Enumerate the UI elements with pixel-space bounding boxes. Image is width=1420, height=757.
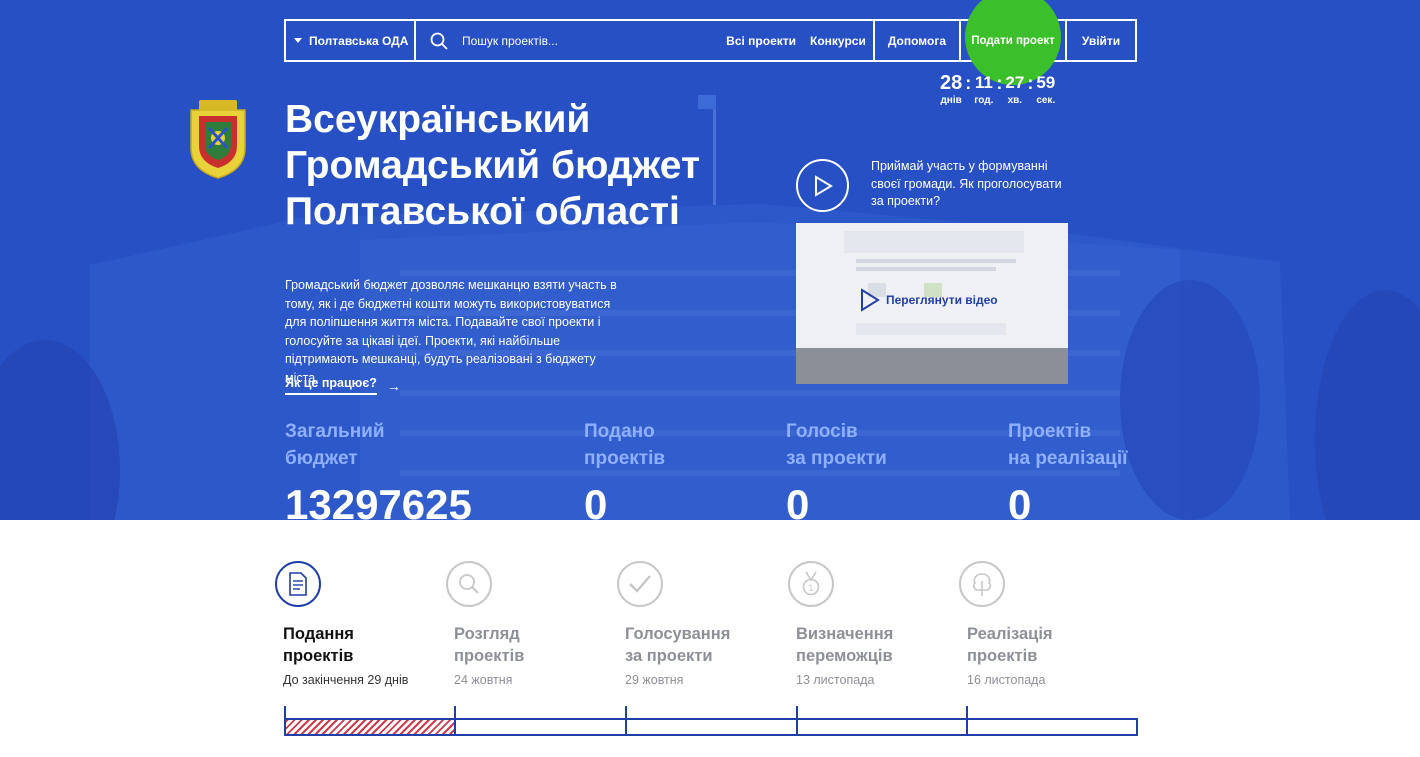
timeline-tick	[625, 706, 627, 736]
video-thumbnail[interactable]: Переглянути відео	[796, 223, 1068, 384]
countdown-seconds: 59 сек.	[1036, 73, 1056, 106]
region-dropdown[interactable]: Полтавська ОДА	[286, 21, 416, 60]
timeline-tick	[454, 706, 456, 736]
play-icon	[861, 288, 880, 312]
timeline-progress-fill	[286, 720, 456, 734]
svg-text:1: 1	[808, 583, 813, 593]
stat-value-projects-in-progress: 0	[1008, 481, 1032, 520]
stat-label-submitted-projects: Подано проектів	[584, 421, 666, 469]
step-title: Визначення переможців	[796, 625, 894, 665]
countdown-timer: 28 днів : 11 год. : 27 хв. : 59 сек.	[940, 72, 1056, 106]
arrow-right-icon: →	[386, 377, 401, 394]
search-icon[interactable]	[430, 32, 448, 50]
timeline-tick	[284, 706, 286, 736]
video-thumbnail-footer	[796, 348, 1068, 384]
magnifier-icon	[446, 561, 492, 607]
poltava-coat-of-arms-logo	[190, 100, 246, 179]
step-date: 13 листопада	[796, 673, 875, 687]
stat-value-total-budget: 13297625	[285, 481, 472, 520]
page-title: Всеукраїнський Громадський бюджет Полтав…	[285, 98, 701, 233]
login-button[interactable]: Увійти	[1067, 21, 1135, 60]
countdown-minutes: 27 хв.	[1005, 73, 1025, 106]
nav-link-help[interactable]: Допомога	[872, 21, 959, 60]
step-voting[interactable]: Голосування за проекти 29 жовтня	[617, 561, 795, 687]
nav-link-all-projects[interactable]: Всі проекти	[719, 21, 803, 60]
stat-label-projects-in-progress: Проектів на реалізації	[1008, 421, 1128, 469]
medal-icon: 1	[788, 561, 834, 607]
countdown-hours: 11 год.	[974, 73, 994, 106]
video-intro-text: Приймай участь у формуванні своєї громад…	[871, 159, 1062, 208]
stat-label-total-budget: Загальний бюджет	[285, 421, 385, 469]
building-background-image	[0, 0, 1420, 520]
step-title: Подання проектів	[283, 625, 354, 665]
step-date: 24 жовтня	[454, 673, 513, 687]
play-video-button[interactable]	[796, 159, 849, 212]
tree-icon	[959, 561, 1005, 607]
play-icon	[814, 174, 833, 197]
document-icon	[275, 561, 321, 607]
how-it-works-label: Як це працює?	[285, 376, 377, 395]
countdown-days: 28 днів	[940, 72, 963, 106]
how-it-works-link[interactable]: Як це працює? →	[285, 376, 401, 395]
hero-section: Полтавська ОДА Всі проекти Конкурси Допо…	[0, 0, 1420, 520]
step-submission[interactable]: Подання проектів До закінчення 29 днів	[275, 561, 453, 687]
step-date: 29 жовтня	[625, 673, 684, 687]
step-review[interactable]: Розгляд проектів 24 жовтня	[446, 561, 624, 687]
timeline-tick	[796, 706, 798, 736]
stat-value-votes: 0	[786, 481, 810, 520]
step-winners[interactable]: 1 Визначення переможців 13 листопада	[788, 561, 966, 687]
step-title: Голосування за проекти	[625, 625, 731, 665]
submit-project-button[interactable]: Подати проект	[959, 0, 1067, 85]
search-box	[416, 21, 719, 60]
search-input[interactable]	[462, 33, 662, 48]
region-label: Полтавська ОДА	[309, 33, 409, 48]
watch-video-link[interactable]: Переглянути відео	[860, 288, 998, 312]
step-title: Розгляд проектів	[454, 625, 525, 665]
checkmark-icon	[617, 561, 663, 607]
step-implementation[interactable]: Реалізація проектів 16 листопада	[959, 561, 1137, 687]
step-date: 16 листопада	[967, 673, 1046, 687]
timeline-tick	[966, 706, 968, 736]
caret-down-icon	[294, 38, 302, 43]
top-navbar: Полтавська ОДА Всі проекти Конкурси Допо…	[284, 0, 1137, 85]
step-date: До закінчення 29 днів	[283, 673, 409, 687]
stat-label-votes: Голосів за проекти	[786, 421, 887, 469]
hero-description: Громадський бюджет дозволяє мешканцю взя…	[285, 278, 617, 385]
timeline-progress-bar	[284, 706, 1138, 736]
step-title: Реалізація проектів	[967, 625, 1053, 665]
submit-project-label: Подати проект	[971, 34, 1055, 47]
nav-link-contests[interactable]: Конкурси	[803, 21, 873, 60]
stat-value-submitted-projects: 0	[584, 481, 608, 520]
